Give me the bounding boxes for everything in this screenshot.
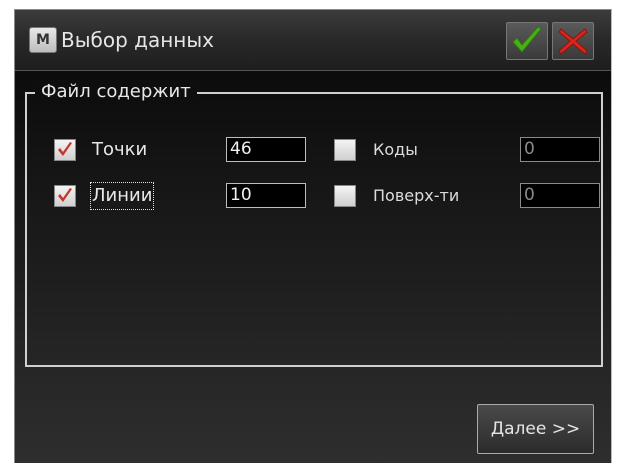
close-button[interactable] [552,22,594,60]
surfaces-label: Поверх-ти [373,186,460,205]
points-count-field[interactable]: 46 [226,137,306,162]
row-points: Точки 46 Коды 0 [27,137,601,171]
lines-checkbox[interactable] [54,185,76,207]
close-icon [558,28,588,55]
row-lines: Линии 10 Поверх-ти 0 [27,182,601,217]
codes-count-field[interactable]: 0 [520,137,600,162]
content-area: Файл содержит Точки 46 Коды 0 Линии 10 П… [15,71,611,463]
lines-count-field[interactable]: 10 [226,183,306,208]
group-legend: Файл содержит [35,80,197,104]
lines-label: Линии [89,182,155,210]
ok-button[interactable] [506,22,548,60]
file-contents-group: Файл содержит Точки 46 Коды 0 Линии 10 П… [25,80,603,367]
checkmark-icon [58,188,72,202]
data-selection-window: M Выбор данных Файл содержит Точки 46 Ко… [14,9,612,463]
points-checkbox[interactable] [54,139,76,161]
checkmark-icon [58,142,72,156]
title-bar: M Выбор данных [15,10,611,71]
next-button[interactable]: Далее >> [477,404,594,454]
app-icon: M [29,27,57,53]
codes-checkbox[interactable] [334,139,356,161]
checkmark-icon [512,26,542,53]
codes-label: Коды [373,140,418,159]
points-label: Точки [92,139,148,160]
surfaces-count-field[interactable]: 0 [520,183,600,208]
window-title: Выбор данных [61,28,214,52]
surfaces-checkbox[interactable] [334,185,356,207]
